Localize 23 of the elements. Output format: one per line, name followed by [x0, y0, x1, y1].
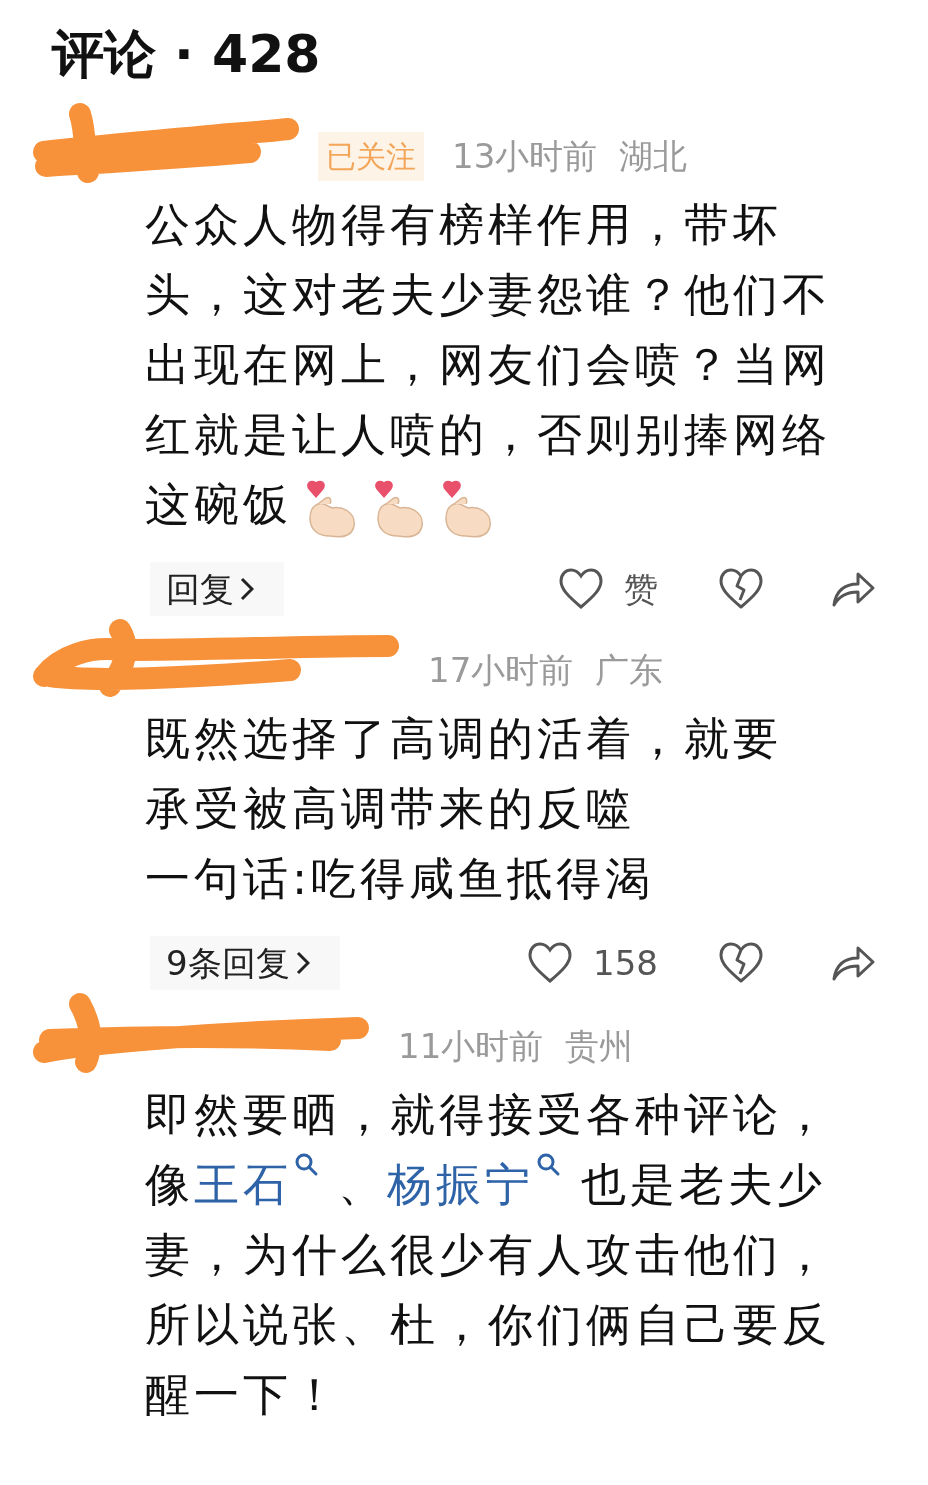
comment-region: 贵州 [565, 1024, 634, 1068]
keyword-link[interactable]: 王石 [194, 1158, 292, 1211]
comments-heading: 评论 · 428 [50, 23, 321, 86]
chevron-right-icon [295, 951, 310, 975]
comment-region: 广东 [595, 648, 664, 692]
keyword-link[interactable]: 杨振宁 [387, 1158, 535, 1211]
heart-icon [558, 568, 604, 610]
comment-text: 公众人物得有榜样作用，带坏头，这对老夫少妻怨谁？他们不出现在网上，网友们会喷？当网红就是让人喷的，否则别捧网络这碗饭 [145, 190, 845, 540]
comment-text: 既然选择了高调的活着，就要 承受被高调带来的反噬 一句话:吃得咸鱼抵得渴 [145, 711, 783, 907]
like-button[interactable]: 赞 [558, 563, 658, 615]
comment-time: 17小时前 [428, 648, 574, 692]
broken-heart-icon[interactable] [718, 942, 764, 984]
comment-time: 13小时前 [452, 134, 598, 178]
followed-badge: 已关注 [318, 131, 424, 181]
reply-button[interactable]: 回复 [150, 562, 284, 616]
heart-icon [527, 942, 574, 984]
reply-button[interactable]: 9条回复 [150, 936, 340, 990]
comment-region: 湖北 [619, 134, 688, 178]
broken-heart-icon[interactable] [718, 568, 764, 610]
like-button[interactable]: 158 [527, 937, 658, 989]
chevron-right-icon [240, 577, 254, 601]
comment-time: 11小时前 [398, 1024, 544, 1068]
comment-text: 即然要晒，就得接受各种评论，像王石 、杨振宁 也是老夫少妻，为什么很少有人攻击他们，所以说张、杜，你们俩自己要反醒一下！ [145, 1087, 832, 1423]
